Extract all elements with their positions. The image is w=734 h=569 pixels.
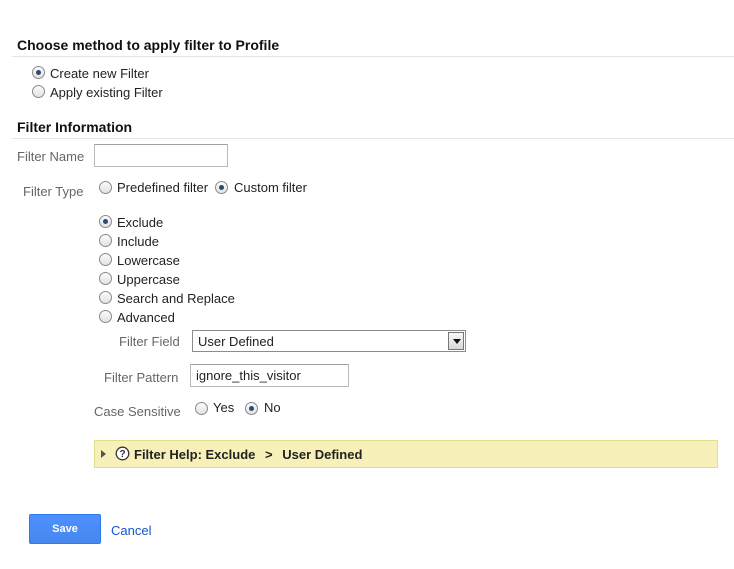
exclude-label[interactable]: Exclude (117, 215, 163, 230)
filter-pattern-input[interactable] (190, 364, 349, 387)
case-sensitive-no-label[interactable]: No (264, 400, 281, 415)
search-and-replace-label[interactable]: Search and Replace (117, 291, 235, 306)
advanced-label[interactable]: Advanced (117, 310, 175, 325)
filter-info-section-title: Filter Information (17, 119, 133, 135)
filter-help-separator: > (265, 447, 273, 462)
lowercase-label[interactable]: Lowercase (117, 253, 180, 268)
filter-name-label: Filter Name (17, 149, 85, 164)
search-and-replace-radio[interactable] (99, 291, 112, 304)
uppercase-radio[interactable] (99, 272, 112, 285)
filter-field-select[interactable]: User Defined (192, 330, 466, 352)
filter-help-title[interactable]: Filter Help: Exclude > User Defined (134, 447, 362, 462)
filter-pattern-label: Filter Pattern (104, 370, 179, 385)
filter-name-input[interactable] (94, 144, 228, 167)
section-divider (12, 138, 734, 139)
cancel-link[interactable]: Cancel (111, 523, 151, 538)
predefined-filter-label[interactable]: Predefined filter (117, 180, 208, 195)
filter-type-label: Filter Type (23, 184, 84, 199)
create-new-filter-label[interactable]: Create new Filter (50, 66, 149, 81)
filter-help-bar[interactable]: ? Filter Help: Exclude > User Defined (94, 440, 718, 468)
section-divider (12, 56, 734, 57)
custom-filter-radio[interactable] (215, 181, 228, 194)
custom-filter-label[interactable]: Custom filter (234, 180, 307, 195)
lowercase-radio[interactable] (99, 253, 112, 266)
case-sensitive-label: Case Sensitive (94, 404, 181, 419)
method-section-title: Choose method to apply filter to Profile (17, 37, 280, 53)
uppercase-label[interactable]: Uppercase (117, 272, 180, 287)
case-sensitive-yes-label[interactable]: Yes (213, 400, 234, 415)
exclude-radio[interactable] (99, 215, 112, 228)
svg-text:?: ? (119, 449, 125, 460)
apply-existing-filter-label[interactable]: Apply existing Filter (50, 85, 163, 100)
include-radio[interactable] (99, 234, 112, 247)
include-label[interactable]: Include (117, 234, 159, 249)
advanced-radio[interactable] (99, 310, 112, 323)
triangle-right-icon[interactable] (101, 450, 107, 458)
filter-field-label: Filter Field (119, 334, 180, 349)
chevron-down-icon[interactable] (448, 332, 464, 350)
case-sensitive-yes-radio[interactable] (195, 402, 208, 415)
create-new-filter-radio[interactable] (32, 66, 45, 79)
filter-help-prefix: Filter Help: Exclude (134, 447, 256, 462)
case-sensitive-no-radio[interactable] (245, 402, 258, 415)
predefined-filter-radio[interactable] (99, 181, 112, 194)
filter-field-value: User Defined (198, 334, 274, 349)
question-circle-icon: ? (115, 446, 130, 461)
apply-existing-filter-radio[interactable] (32, 85, 45, 98)
filter-help-suffix: User Defined (282, 447, 363, 462)
save-button[interactable]: Save (29, 514, 101, 544)
